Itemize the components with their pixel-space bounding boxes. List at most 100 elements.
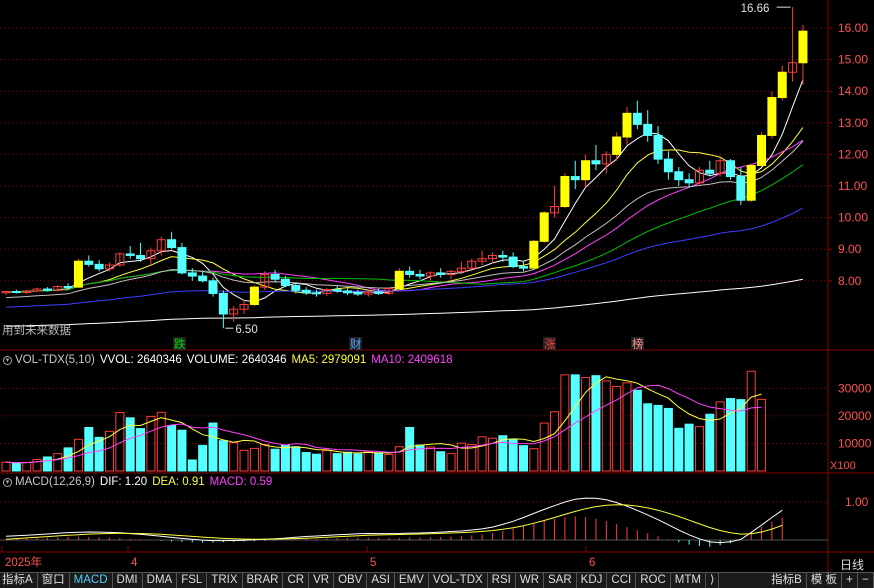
- volume-bar[interactable]: [663, 407, 673, 472]
- volume-bar[interactable]: [560, 374, 570, 472]
- candle[interactable]: [280, 278, 290, 287]
- volume-bars[interactable]: [1, 370, 767, 472]
- candle[interactable]: [332, 289, 342, 292]
- volume-bar[interactable]: [156, 411, 166, 472]
- tab-dmi[interactable]: DMI: [113, 573, 143, 588]
- volume-bar[interactable]: [291, 446, 301, 472]
- candle[interactable]: [270, 273, 280, 280]
- candle[interactable]: [570, 176, 580, 181]
- candle[interactable]: [653, 134, 663, 160]
- volume-bar[interactable]: [22, 461, 32, 472]
- macd-indicator-name[interactable]: MACD(12,26,9): [15, 476, 95, 488]
- stock-chart[interactable]: 16.00 15.00 14.00 13.00 12.00 11.00 10.00 9.00 8…: [0, 0, 874, 588]
- candle[interactable]: [84, 260, 94, 265]
- volume-bar[interactable]: [208, 422, 218, 472]
- candle[interactable]: [591, 160, 601, 165]
- event-marker[interactable]: 财: [350, 337, 362, 351]
- candle[interactable]: [519, 266, 528, 269]
- tab-+[interactable]: +: [842, 573, 858, 588]
- tab-mtm[interactable]: MTM: [671, 573, 706, 588]
- volume-bar[interactable]: [229, 442, 239, 472]
- candle[interactable]: [632, 112, 642, 125]
- tab-emv[interactable]: EMV: [395, 573, 429, 588]
- tab-模板[interactable]: 模 板: [807, 573, 842, 588]
- candle[interactable]: [643, 123, 653, 136]
- candle[interactable]: [208, 280, 218, 294]
- tab-指标a[interactable]: 指标A: [0, 573, 38, 588]
- candle[interactable]: [291, 285, 301, 291]
- settings-circle-icon[interactable]: ▾: [3, 477, 12, 487]
- volume-bar[interactable]: [581, 377, 591, 472]
- tab-窗口[interactable]: 窗口: [38, 573, 70, 588]
- candle[interactable]: [726, 160, 735, 178]
- volume-bar[interactable]: [757, 398, 767, 472]
- candle[interactable]: [498, 255, 508, 258]
- volume-bar[interactable]: [53, 453, 63, 472]
- settings-circle-icon[interactable]: ▾: [3, 355, 12, 365]
- volume-bar[interactable]: [715, 401, 725, 472]
- candle[interactable]: [529, 240, 539, 269]
- volume-bar[interactable]: [425, 446, 435, 472]
- volume-bar[interactable]: [270, 448, 280, 472]
- volume-bar[interactable]: [239, 449, 249, 472]
- volume-bar[interactable]: [249, 447, 259, 472]
- volume-bar[interactable]: [343, 451, 353, 472]
- candle[interactable]: [757, 134, 767, 166]
- volume-bar[interactable]: [260, 444, 270, 472]
- candle[interactable]: [374, 291, 384, 294]
- candle[interactable]: [177, 247, 187, 274]
- tab-macd[interactable]: MACD: [70, 573, 113, 588]
- tab-roc[interactable]: ROC: [636, 573, 671, 588]
- volume-bar[interactable]: [446, 453, 456, 472]
- volume-bar[interactable]: [550, 411, 560, 472]
- volume-bar[interactable]: [374, 452, 384, 472]
- candle[interactable]: [63, 285, 73, 288]
- candle[interactable]: [187, 272, 197, 277]
- volume-bar[interactable]: [601, 380, 611, 472]
- volume-bar[interactable]: [653, 404, 663, 472]
- candle[interactable]: [218, 292, 228, 315]
- tab-kdj[interactable]: KDJ: [577, 573, 608, 588]
- candle[interactable]: [612, 136, 622, 155]
- tab-brar[interactable]: BRAR: [243, 573, 284, 588]
- tab-−[interactable]: −: [858, 573, 874, 588]
- volume-bar[interactable]: [384, 453, 394, 472]
- event-marker[interactable]: 涨: [544, 338, 556, 351]
- tab-cr[interactable]: CR: [283, 573, 310, 588]
- volume-bar[interactable]: [622, 382, 632, 472]
- volume-bar[interactable]: [167, 425, 177, 472]
- tab-指标b[interactable]: 指标B: [767, 573, 807, 588]
- candle[interactable]: [249, 286, 259, 305]
- volume-bar[interactable]: [746, 370, 756, 472]
- volume-bar[interactable]: [539, 422, 549, 472]
- volume-bar[interactable]: [705, 413, 715, 472]
- volume-bar[interactable]: [177, 429, 187, 472]
- volume-bar[interactable]: [508, 438, 518, 472]
- volume-bar[interactable]: [591, 375, 601, 472]
- volume-bar[interactable]: [612, 385, 622, 472]
- volume-bar[interactable]: [674, 427, 684, 472]
- volume-bar[interactable]: [529, 448, 539, 472]
- tab-cci[interactable]: CCI: [607, 573, 637, 588]
- volume-bar[interactable]: [84, 426, 94, 472]
- volume-bar[interactable]: [105, 430, 114, 472]
- tab-vr[interactable]: VR: [309, 573, 335, 588]
- volume-bar[interactable]: [1, 461, 11, 472]
- candle[interactable]: [73, 260, 83, 288]
- volume-bar[interactable]: [694, 426, 704, 472]
- candle[interactable]: [767, 97, 777, 136]
- candle[interactable]: [343, 290, 353, 294]
- candle[interactable]: [777, 71, 787, 99]
- candle[interactable]: [436, 272, 446, 275]
- event-marker[interactable]: 榜: [632, 337, 644, 351]
- volume-bar[interactable]: [477, 436, 487, 472]
- tab-sar[interactable]: SAR: [544, 573, 577, 588]
- volume-bar[interactable]: [42, 456, 52, 472]
- candle[interactable]: [301, 289, 311, 294]
- volume-bar[interactable]: [353, 453, 363, 472]
- volume-bar[interactable]: [632, 389, 642, 472]
- volume-bar[interactable]: [684, 423, 694, 472]
- candle[interactable]: [394, 270, 404, 290]
- volume-bar[interactable]: [280, 444, 290, 472]
- candle[interactable]: [312, 292, 321, 295]
